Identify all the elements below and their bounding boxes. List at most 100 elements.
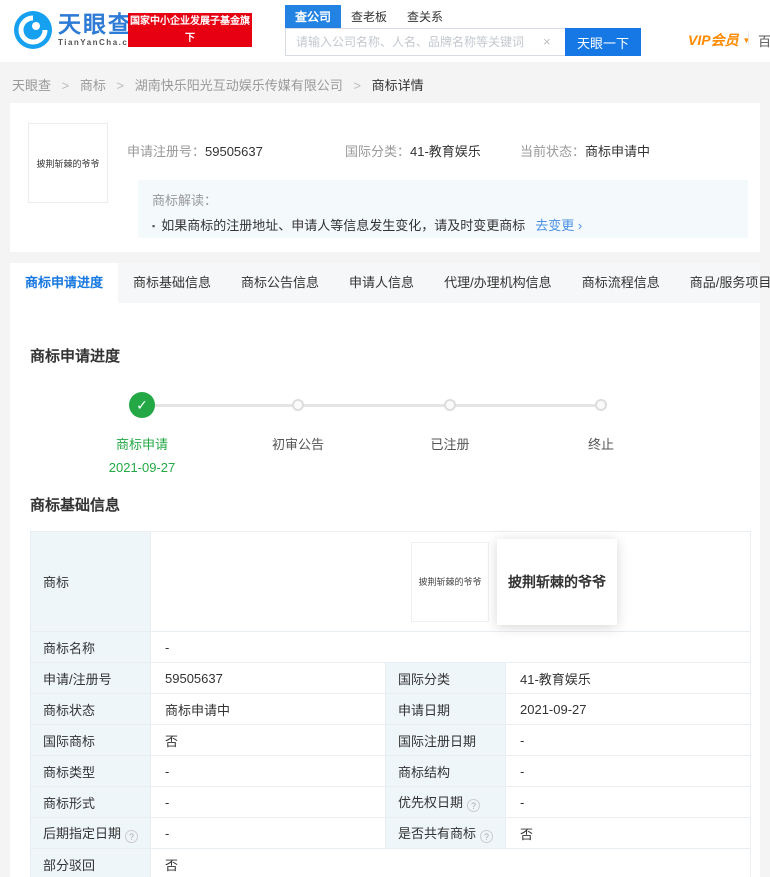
table-row: 商标 披荆斩棘的爷爷 披荆斩棘的爷爷: [30, 531, 751, 632]
vip-member-link[interactable]: VIP会员 ▼: [688, 30, 750, 50]
tab-basic-info[interactable]: 商标基础信息: [118, 263, 226, 303]
row-value: -: [150, 631, 751, 663]
row-value: 否: [505, 817, 751, 849]
row-label: 商标类型: [30, 755, 151, 787]
row-value: -: [505, 786, 751, 818]
row-value: -: [150, 817, 386, 849]
search-tabs: 查公司 查老板 查关系: [285, 5, 641, 28]
empty-circle-icon: [595, 399, 607, 411]
row-label: 国际商标: [30, 724, 151, 756]
search-input[interactable]: [285, 28, 565, 56]
application-progress-timeline: ✓ 商标申请 2021-09-27 初审公告 已注册 终止: [30, 378, 740, 488]
search-tab-company[interactable]: 查公司: [285, 5, 342, 28]
table-row: 申请/注册号 59505637 国际分类 41-教育娱乐: [30, 662, 751, 694]
row-value: 59505637: [150, 662, 386, 694]
table-row: 国际商标 否 国际注册日期 -: [30, 724, 751, 756]
row-label: 后期指定日期: [43, 826, 122, 841]
row-label: 商标形式: [30, 786, 151, 818]
badge-line1: 国家中小企业发展子基金旗下: [130, 16, 250, 44]
badge-line2: 官方备案企业征信机构: [140, 50, 240, 61]
search-button[interactable]: 天眼一下: [565, 28, 641, 56]
main-content: 商标申请进度 ✓ 商标申请 2021-09-27 初审公告 已注册 终止 商标基…: [10, 303, 760, 877]
tab-applicant-info[interactable]: 申请人信息: [334, 263, 429, 303]
tab-announcement-info[interactable]: 商标公告信息: [226, 263, 334, 303]
search-tab-relation[interactable]: 查关系: [397, 5, 453, 28]
tianyancha-logo[interactable]: 天眼查 TianYanCha.com: [14, 11, 143, 49]
go-change-link[interactable]: 去变更 ›: [535, 218, 582, 233]
row-value: 2021-09-27: [505, 693, 751, 725]
row-value: 否: [150, 724, 386, 756]
row-label: 商标状态: [30, 693, 151, 725]
table-row: 商标名称 -: [30, 631, 751, 663]
table-row: 商标类型 - 商标结构 -: [30, 755, 751, 787]
timeline-step-registered: 已注册: [380, 384, 520, 453]
chevron-down-icon: ▼: [742, 36, 751, 45]
row-value: -: [150, 755, 386, 787]
row-value: -: [505, 724, 751, 756]
tab-agency-info[interactable]: 代理/办理机构信息: [429, 263, 567, 303]
timeline-step-terminated: 终止: [531, 384, 671, 453]
breadcrumb-separator: >: [61, 78, 70, 93]
header-divider: [748, 31, 749, 45]
table-row: 部分驳回 否: [30, 848, 751, 877]
tianyancha-eye-icon: [14, 11, 52, 49]
row-label: 商标: [30, 531, 151, 632]
step-date: 2021-09-27: [108, 460, 176, 475]
row-label: 国际分类: [385, 662, 506, 694]
timeline-step-applied: ✓ 商标申请 2021-09-27: [72, 384, 212, 475]
bullet-icon: ▪: [152, 221, 156, 231]
empty-circle-icon: [444, 399, 456, 411]
field-current-status: 当前状态：商标申请中: [520, 144, 651, 159]
row-label: 国际注册日期: [385, 724, 506, 756]
trademark-summary-card: 披荆斩棘的爷爷 申请注册号：59505637 国际分类：41-教育娱乐 当前状态…: [10, 103, 760, 252]
trademark-image-large[interactable]: 披荆斩棘的爷爷: [497, 538, 617, 625]
row-value: 41-教育娱乐: [505, 662, 751, 694]
breadcrumb-company[interactable]: 湖南快乐阳光互动娱乐传媒有限公司: [135, 78, 343, 93]
table-row: 后期指定日期? - 是否共有商标? 否: [30, 817, 751, 849]
table-row: 商标状态 商标申请中 申请日期 2021-09-27: [30, 693, 751, 725]
tab-goods-services[interactable]: 商品/服务项目: [675, 263, 770, 303]
row-label: 商标名称: [30, 631, 151, 663]
progress-section-title: 商标申请进度: [30, 348, 121, 365]
row-label: 申请日期: [385, 693, 506, 725]
timeline-step-preliminary: 初审公告: [228, 384, 368, 453]
breadcrumb-separator: >: [116, 78, 125, 93]
header-search: 查公司 查老板 查关系 × 天眼一下: [285, 5, 641, 56]
row-value: -: [150, 786, 386, 818]
help-icon[interactable]: ?: [125, 830, 139, 843]
trademark-interpretation-panel: 商标解读： ▪ 如果商标的注册地址、申请人等信息发生变化，请及时变更商标 去变更 ›: [138, 180, 748, 238]
row-label: 部分驳回: [30, 848, 151, 877]
help-icon[interactable]: ?: [480, 830, 494, 843]
trademark-image-small[interactable]: 披荆斩棘的爷爷: [411, 541, 489, 622]
row-label: 商标结构: [385, 755, 506, 787]
field-registration-number: 申请注册号：59505637: [127, 144, 263, 159]
breadcrumb-separator: >: [353, 78, 361, 93]
clear-search-icon[interactable]: ×: [543, 34, 551, 49]
table-row: 商标形式 - 优先权日期? -: [30, 786, 751, 818]
basic-info-section-title: 商标基础信息: [30, 497, 121, 514]
detail-tabbar: 商标申请进度 商标基础信息 商标公告信息 申请人信息 代理/办理机构信息 商标流…: [10, 263, 770, 303]
row-value: 商标申请中: [150, 693, 386, 725]
interpretation-text: 如果商标的注册地址、申请人等信息发生变化，请及时变更商标: [161, 218, 526, 233]
breadcrumb-current: 商标详情: [371, 78, 424, 93]
basic-info-table: 商标 披荆斩棘的爷爷 披荆斩棘的爷爷 商标名称 - 申请/注册号 5950563…: [30, 531, 751, 877]
tab-application-progress[interactable]: 商标申请进度: [10, 263, 119, 303]
help-icon[interactable]: ?: [467, 799, 481, 812]
interpretation-title: 商标解读：: [152, 193, 218, 208]
empty-circle-icon: [292, 399, 304, 411]
site-header: 天眼查 TianYanCha.com 国家中小企业发展子基金旗下 官方备案企业征…: [0, 0, 770, 62]
field-intl-class: 国际分类：41-教育娱乐: [345, 144, 481, 159]
row-value: -: [505, 755, 751, 787]
partial-menu-text[interactable]: 百: [758, 31, 770, 50]
search-tab-boss[interactable]: 查老板: [341, 5, 397, 28]
breadcrumb: 天眼查 > 商标 > 湖南快乐阳光互动娱乐传媒有限公司 > 商标详情: [0, 62, 770, 103]
breadcrumb-home[interactable]: 天眼查: [12, 78, 51, 93]
row-value: 否: [150, 848, 751, 877]
check-circle-icon: ✓: [129, 392, 155, 418]
breadcrumb-trademark[interactable]: 商标: [80, 78, 106, 93]
official-certification-badge: 国家中小企业发展子基金旗下 官方备案企业征信机构: [128, 13, 252, 61]
row-label: 申请/注册号: [30, 662, 151, 694]
row-label: 是否共有商标: [398, 826, 477, 841]
trademark-thumbnail[interactable]: 披荆斩棘的爷爷: [28, 123, 108, 203]
tab-process-info[interactable]: 商标流程信息: [567, 263, 675, 303]
